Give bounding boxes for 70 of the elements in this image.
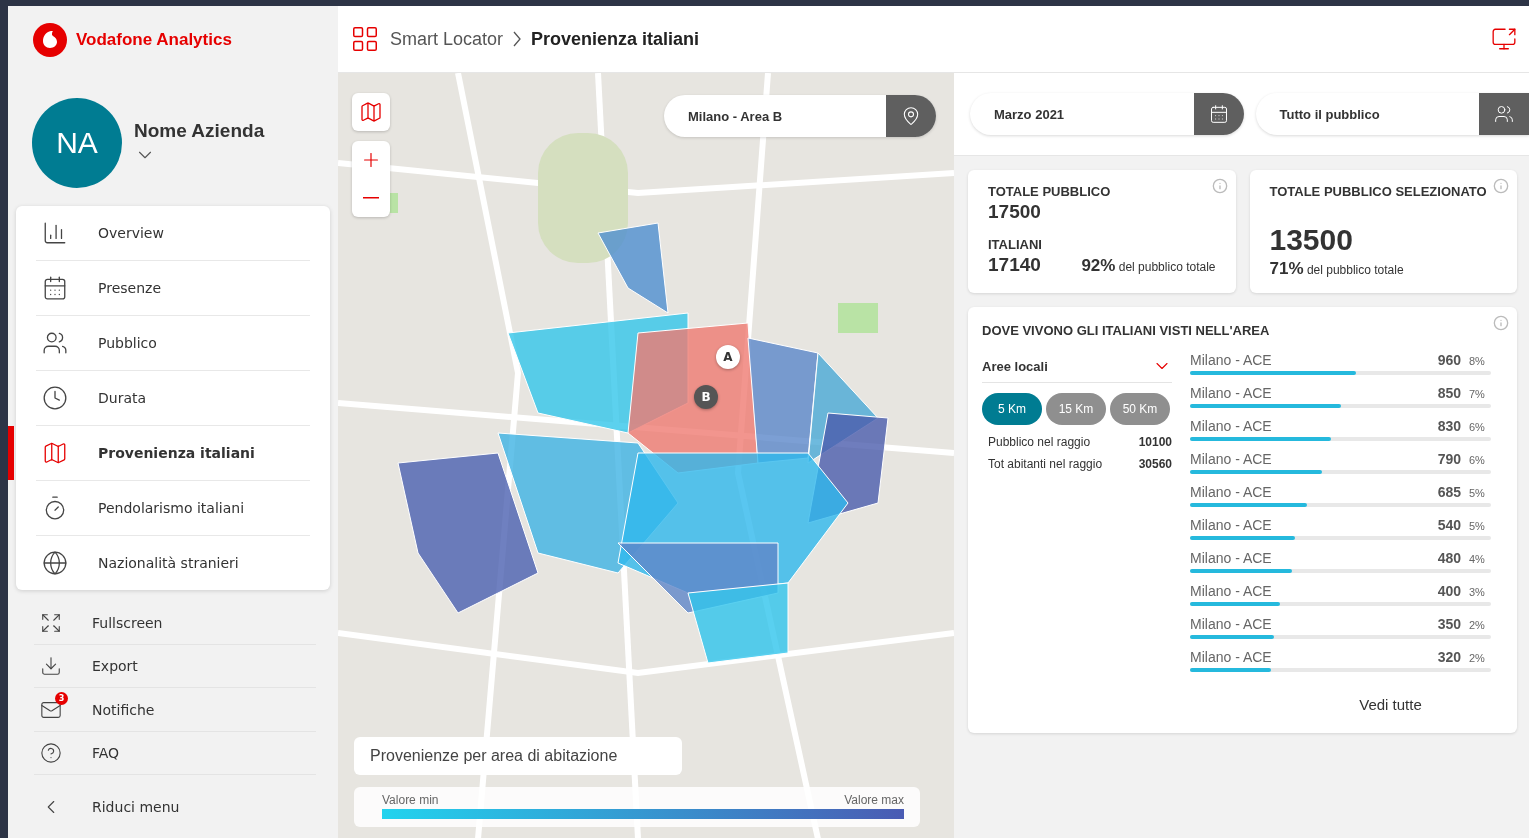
card-title: TOTALE PUBBLICO SELEZIONATO [1269, 184, 1488, 199]
stat-value: 30560 [1138, 457, 1172, 471]
app-title: Vodafone Analytics [76, 30, 232, 50]
area-value: 320 [1437, 649, 1461, 665]
area-value: 685 [1437, 484, 1461, 500]
company-name: Nome Azienda [134, 120, 265, 142]
area-percent: 2% [1469, 619, 1486, 631]
menu-item[interactable]: Export [34, 645, 316, 689]
percent-text: 92% del pubblico totale [1081, 256, 1216, 276]
menu-item[interactable]: Overview [36, 206, 310, 261]
area-percent: 2% [1469, 652, 1486, 664]
breadcrumb-item[interactable]: Smart Locator [390, 28, 504, 50]
menu-item[interactable]: Durata [36, 371, 310, 426]
filter-field[interactable]: Tutto il pubblico [1255, 93, 1529, 135]
radius-chip[interactable]: 5 Km [982, 393, 1042, 425]
area-name: Milano - ACE [1190, 550, 1273, 566]
stat-label: Tot abitanti nel raggio [988, 457, 1103, 471]
location-field[interactable]: Milano - Area B [664, 95, 936, 137]
card-title: DOVE VIVONO GLI ITALIANI VISTI NELL'AREA [982, 323, 1271, 338]
see-all-link[interactable]: Vedi tutte [1359, 696, 1422, 713]
area-value: 350 [1437, 616, 1461, 632]
area-percent: 6% [1469, 421, 1486, 433]
area-name: Milano - ACE [1190, 649, 1273, 665]
area-value: 960 [1437, 352, 1461, 368]
area-value: 400 [1437, 583, 1461, 599]
selected-total-value: 13500 [1269, 223, 1354, 257]
area-name: Milano - ACE [1190, 583, 1273, 599]
area-value: 540 [1437, 517, 1461, 533]
area-value: 830 [1437, 418, 1461, 434]
area-name: Milano - ACE [1190, 451, 1273, 467]
menu-item[interactable]: Riduci menu [34, 775, 316, 838]
avatar: NA [32, 98, 122, 188]
area-percent: 6% [1469, 454, 1486, 466]
menu-item[interactable]: Fullscreen [34, 601, 316, 646]
legend-min-label: Valore min [382, 793, 439, 807]
menu-item[interactable]: Pendolarismo italiani [36, 481, 310, 536]
menu-item[interactable]: 3 Notifiche [34, 688, 316, 732]
menu-item[interactable]: Presenze [36, 261, 310, 316]
area-name: Milano - ACE [1190, 484, 1273, 500]
area-name: Milano - ACE [1190, 517, 1273, 533]
area-dropdown[interactable]: Aree locali [982, 352, 1172, 383]
area-percent: 4% [1469, 553, 1486, 565]
stat-label: Pubblico nel raggio [988, 435, 1091, 449]
card-subtitle: ITALIANI [988, 237, 1043, 252]
menu-item[interactable]: Provenienza italiani [36, 426, 310, 481]
menu-item[interactable]: Nazionalità stranieri [36, 536, 310, 590]
area-name: Milano - ACE [1190, 385, 1273, 401]
legend-max-label: Valore max [844, 793, 904, 807]
legend-title: Provenienze per area di abitazione [354, 737, 682, 775]
card-title: TOTALE PUBBLICO [988, 184, 1112, 199]
percent-text: 71% del pubblico totale [1269, 259, 1405, 279]
area-name: Milano - ACE [1190, 616, 1273, 632]
area-percent: 8% [1469, 355, 1486, 367]
stat-value: 10100 [1138, 435, 1172, 449]
area-percent: 5% [1469, 520, 1486, 532]
area-percent: 3% [1469, 586, 1486, 598]
area-percent: 5% [1469, 487, 1486, 499]
notification-badge: 3 [55, 691, 68, 705]
total-value: 17500 [988, 201, 1042, 223]
menu-item[interactable]: Pubblico [36, 316, 310, 371]
area-name: Milano - ACE [1190, 418, 1273, 434]
filter-field[interactable]: Marzo 2021 [970, 93, 1244, 135]
breadcrumb-item[interactable]: Provenienza italiani [531, 28, 700, 50]
area-value: 790 [1437, 451, 1461, 467]
area-value: 480 [1437, 550, 1461, 566]
area-percent: 7% [1469, 388, 1486, 400]
italians-value: 17140 [988, 254, 1041, 276]
menu-item[interactable]: FAQ [34, 731, 316, 776]
area-name: Milano - ACE [1190, 352, 1273, 368]
area-value: 850 [1437, 385, 1461, 401]
